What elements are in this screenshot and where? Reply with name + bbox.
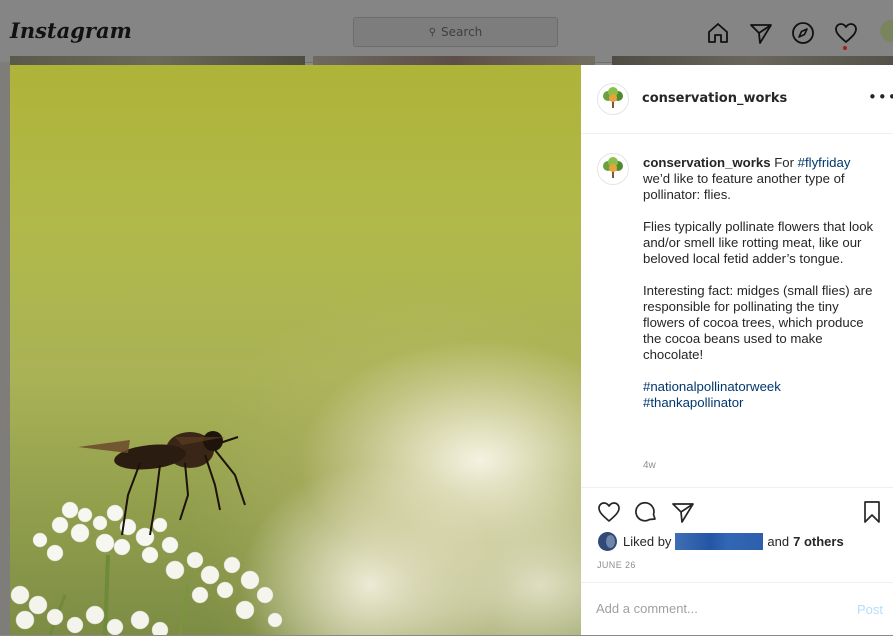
post-date[interactable]: JUNE 26 (597, 560, 636, 570)
modal-left-backdrop (0, 62, 10, 635)
search-placeholder: Search (441, 25, 483, 39)
comment-bubble-icon[interactable] (633, 499, 659, 525)
search-box[interactable]: ⚲ Search (353, 17, 558, 47)
hashtag-link[interactable]: #thankapollinator (643, 395, 743, 410)
likes-summary[interactable]: Liked by and 7 others (598, 532, 844, 551)
notification-dot (843, 46, 847, 50)
liker-avatar (598, 532, 617, 551)
top-nav-bar: Instagram ⚲ Search (0, 0, 893, 63)
fly-on-flowers-illustration (10, 431, 283, 635)
likes-others-count[interactable]: 7 others (793, 534, 844, 549)
account-avatar[interactable] (597, 83, 629, 115)
home-icon[interactable] (705, 20, 731, 46)
save-bookmark-icon[interactable] (859, 499, 885, 525)
add-comment-section: Post (581, 582, 893, 636)
like-heart-icon[interactable] (596, 499, 622, 525)
post-photo[interactable] (10, 65, 581, 635)
hashtag-link[interactable]: #nationalpollinatorweek (643, 379, 781, 394)
caption-paragraph: Flies typically pollinate flowers that l… (643, 219, 874, 266)
redacted-username (675, 533, 764, 550)
liked-by-label: Liked by (623, 534, 672, 549)
instagram-logo[interactable]: Instagram (10, 18, 132, 43)
activity-heart-icon[interactable] (833, 20, 859, 50)
caption-text: we’d like to feature another type of pol… (643, 171, 845, 202)
post-actions: Liked by and 7 others JUNE 26 (581, 487, 893, 583)
post-comment-button[interactable]: Post (857, 602, 883, 617)
profile-avatar-icon[interactable] (880, 20, 893, 42)
search-icon: ⚲ (428, 26, 437, 38)
caption-paragraph: conservation_works For #flyfriday we’d l… (643, 155, 879, 203)
post-detail-panel: conservation_works ••• conservation_work… (581, 65, 893, 635)
post-header: conservation_works ••• (581, 65, 893, 134)
caption-timestamp[interactable]: 4w (643, 460, 656, 471)
share-direct-icon[interactable] (670, 499, 696, 525)
explore-compass-icon[interactable] (790, 20, 816, 46)
direct-message-icon[interactable] (748, 20, 774, 46)
more-options-icon[interactable]: ••• (868, 88, 893, 106)
caption-avatar[interactable] (597, 153, 629, 185)
hashtag-link[interactable]: #flyfriday (798, 155, 851, 170)
likes-and-label: and (767, 534, 790, 549)
caption-text: For (774, 155, 798, 170)
post-caption: conservation_works For #flyfriday we’d l… (643, 155, 879, 411)
header-username[interactable]: conservation_works (642, 91, 787, 106)
caption-paragraph: Interesting fact: midges (small flies) a… (643, 283, 873, 362)
caption-hashtags: #nationalpollinatorweek #thankapollinato… (643, 379, 879, 411)
caption-username[interactable]: conservation_works (643, 155, 771, 170)
comment-input[interactable] (596, 601, 836, 616)
